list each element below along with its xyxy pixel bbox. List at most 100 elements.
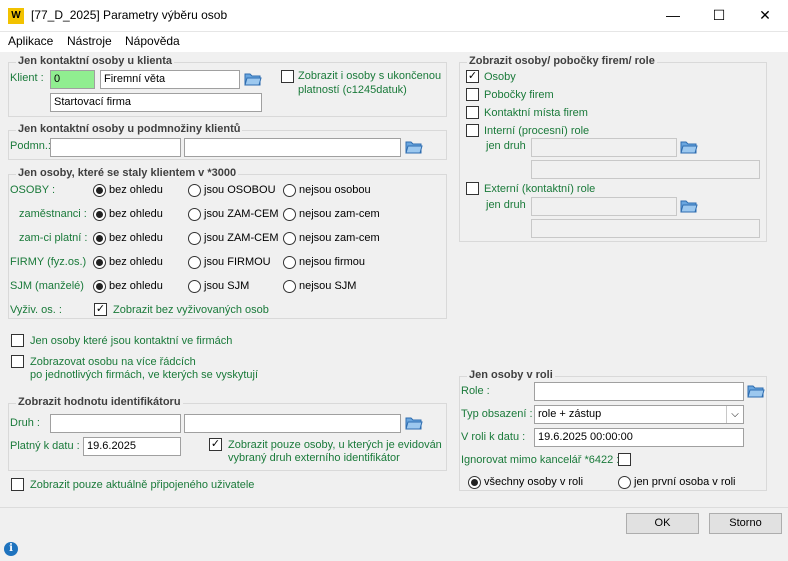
type-label: Typ obsazení : [461, 408, 533, 420]
row-osoby-label: OSOBY : [10, 184, 56, 196]
firmy-bez-ohledu-radio[interactable] [93, 256, 106, 269]
firmy-bez-ohledu-label: bez ohledu [109, 256, 163, 268]
osoby-nejsou-label: nejsou osobou [299, 184, 371, 196]
ident-evidovan-checkbox[interactable]: ✓ [209, 438, 222, 451]
row-sjm-label: SJM (manželé) [10, 280, 84, 292]
externi-druh-input[interactable] [531, 197, 677, 216]
osoby-checkbox[interactable]: ✓ [466, 70, 479, 83]
client-name-input[interactable]: Firemní věta [100, 70, 240, 89]
osoby-jsou-label: jsou OSOBOU [204, 184, 276, 196]
expired-label: Zobrazit i osoby s ukončenou [298, 70, 442, 82]
interni-role-label: Interní (procesní) role [484, 125, 590, 137]
row-zam-platni-label: zam-ci platní : [19, 232, 88, 244]
role-label: Role : [461, 385, 490, 397]
zam-bez-ohledu-radio[interactable] [93, 208, 106, 221]
open-folder-icon[interactable] [244, 71, 262, 87]
kontaktni-mista-label: Kontaktní místa firem [484, 107, 588, 119]
externi-role-label: Externí (kontaktní) role [484, 183, 596, 195]
zam-nejsou-radio[interactable] [283, 208, 296, 221]
type-select[interactable]: role + zástup [534, 405, 744, 424]
open-folder-icon[interactable] [405, 415, 423, 431]
group-subset-title: Jen kontaktní osoby u podmnožiny klientů [16, 123, 243, 135]
kontaktni-label: Jen osoby které jsou kontaktní ve firmác… [30, 335, 233, 347]
interni-role-checkbox[interactable] [466, 124, 479, 137]
osoby-nejsou-radio[interactable] [283, 184, 296, 197]
all-persons-label: všechny osoby v roli [484, 476, 584, 488]
current-user-label: Zobrazit pouze aktuálně připojeného uživ… [30, 479, 255, 491]
menu-bar [0, 32, 788, 52]
ok-button[interactable]: OK [626, 513, 699, 534]
interni-druh-name-input[interactable] [531, 160, 760, 179]
zam-jsou-label: jsou ZAM-CEM [204, 208, 279, 220]
open-folder-icon[interactable] [405, 139, 423, 155]
chevron-down-icon[interactable]: ⌵ [726, 406, 743, 423]
menu-napoveda[interactable]: Nápověda [125, 34, 180, 48]
kontaktni-mista-checkbox[interactable] [466, 106, 479, 119]
zamp-bez-ohledu-radio[interactable] [93, 232, 106, 245]
maximize-button[interactable]: ☐ [696, 0, 742, 32]
menu-aplikace[interactable]: Aplikace [8, 34, 53, 48]
dependents-checkbox[interactable]: ✓ [94, 303, 107, 316]
zamp-nejsou-radio[interactable] [283, 232, 296, 245]
row-zamestnanci-label: zaměstnanci : [19, 208, 87, 220]
first-person-radio[interactable] [618, 476, 631, 489]
app-logo-icon: W [8, 8, 24, 24]
ident-evidovan-label-2: vybraný druh externího identifikátor [228, 452, 400, 464]
externi-role-checkbox[interactable] [466, 182, 479, 195]
multirow-label-2: po jednotlivých firmách, ve kterých se v… [30, 369, 259, 381]
osoby-jsou-radio[interactable] [188, 184, 201, 197]
kontaktni-checkbox[interactable] [11, 334, 24, 347]
menu-nastroje[interactable]: Nástroje [67, 34, 112, 48]
zam-jsou-radio[interactable] [188, 208, 201, 221]
osoby-label: Osoby [484, 71, 516, 83]
osoby-bez-ohledu-radio[interactable] [93, 184, 106, 197]
minimize-button[interactable]: — [650, 0, 696, 32]
subset-name-input[interactable] [184, 138, 401, 157]
open-folder-icon[interactable] [680, 139, 698, 155]
externi-druh-name-input[interactable] [531, 219, 760, 238]
dependents-checkbox-label: Zobrazit bez vyživovaných osob [113, 304, 269, 316]
sjm-nejsou-radio[interactable] [283, 280, 296, 293]
subset-code-input[interactable] [50, 138, 181, 157]
sjm-bez-ohledu-radio[interactable] [93, 280, 106, 293]
group-ident-title: Zobrazit hodnotu identifikátoru [16, 396, 183, 408]
start-firm-input[interactable]: Startovací firma [50, 93, 262, 112]
zam-nejsou-label: nejsou zam-cem [299, 208, 380, 220]
ident-druh-name-input[interactable] [184, 414, 401, 433]
sjm-nejsou-label: nejsou SJM [299, 280, 357, 292]
date-label: V roli k datu : [461, 431, 526, 443]
all-persons-radio[interactable] [468, 476, 481, 489]
firmy-jsou-radio[interactable] [188, 256, 201, 269]
client-code-input[interactable]: 0 [50, 70, 95, 89]
interni-druh-label: jen druh [486, 140, 526, 152]
multirow-checkbox[interactable] [11, 355, 24, 368]
group-role-title: Jen osoby v roli [467, 369, 555, 381]
ignore-label: Ignorovat mimo kancelář *6422 : [461, 454, 620, 466]
group-clients-title: Jen osoby, které se staly klientem v *30… [16, 167, 239, 179]
pobocky-checkbox[interactable] [466, 88, 479, 101]
interni-druh-input[interactable] [531, 138, 677, 157]
ident-druh-code-input[interactable] [50, 414, 181, 433]
zamp-nejsou-label: nejsou zam-cem [299, 232, 380, 244]
info-icon[interactable]: i [4, 542, 18, 556]
expired-checkbox[interactable] [281, 70, 294, 83]
pobocky-label: Pobočky firem [484, 89, 554, 101]
zamp-jsou-label: jsou ZAM-CEM [204, 232, 279, 244]
ignore-checkbox[interactable] [618, 453, 631, 466]
open-folder-icon[interactable] [680, 198, 698, 214]
sjm-jsou-radio[interactable] [188, 280, 201, 293]
ident-evidovan-label: Zobrazit pouze osoby, u kterých je evido… [228, 439, 442, 451]
firmy-nejsou-label: nejsou firmou [299, 256, 366, 268]
close-button[interactable]: ✕ [742, 0, 788, 32]
ident-date-input[interactable]: 19.6.2025 [83, 437, 181, 456]
cancel-button[interactable]: Storno [709, 513, 782, 534]
zamp-jsou-radio[interactable] [188, 232, 201, 245]
expired-label-2: platností (c1245datuk) [298, 84, 407, 96]
firmy-nejsou-radio[interactable] [283, 256, 296, 269]
role-input[interactable] [534, 382, 744, 401]
open-folder-icon[interactable] [747, 383, 765, 399]
sjm-jsou-label: jsou SJM [204, 280, 250, 292]
dependents-label: Vyživ. os. : [10, 304, 62, 316]
role-date-input[interactable]: 19.6.2025 00:00:00 [534, 428, 744, 447]
current-user-checkbox[interactable] [11, 478, 24, 491]
